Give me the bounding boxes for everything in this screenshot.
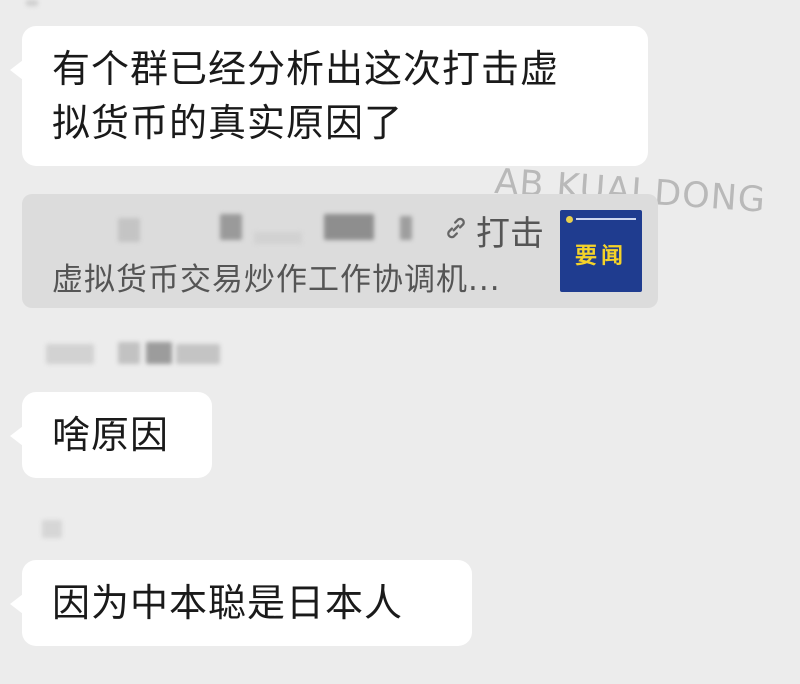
- sender-name-redacted: [26, 0, 38, 6]
- link-description: 虚拟货币交易炒作工作协调机...: [52, 262, 501, 298]
- sender-name-redacted: [46, 344, 94, 364]
- message-bubble-1[interactable]: 有个群已经分析出这次打击虚 拟货币的真实原因了: [10, 26, 648, 166]
- sender-name-redacted: [176, 344, 220, 364]
- thumbnail-header: [566, 215, 636, 223]
- message-text-line: 有个群已经分析出这次打击虚: [52, 47, 560, 91]
- link-title-text: 打击: [476, 214, 544, 254]
- message-bubble-2[interactable]: 啥原因: [10, 392, 212, 478]
- link-icon: [442, 211, 470, 251]
- link-title-redacted: [220, 214, 242, 240]
- sender-name-redacted: [146, 342, 172, 364]
- link-title: 打击: [442, 206, 544, 255]
- thumbnail-label: 要闻: [574, 244, 627, 269]
- link-title-redacted: [400, 216, 412, 240]
- message-text: 因为中本聪是日本人: [52, 581, 404, 625]
- chat-view: 有个群已经分析出这次打击虚 拟货币的真实原因了 AB KUAI DONG 打击 …: [0, 0, 800, 684]
- sender-name-redacted: [118, 342, 140, 364]
- sender-name-redacted: [42, 520, 62, 538]
- message-bubble-3[interactable]: 因为中本聪是日本人: [10, 560, 472, 646]
- link-thumbnail: 要闻: [560, 210, 642, 292]
- link-title-redacted: [324, 214, 374, 240]
- emblem-icon: [566, 215, 573, 223]
- link-title-redacted: [254, 232, 302, 244]
- message-text: 啥原因: [52, 413, 170, 457]
- link-title-redacted: [118, 218, 140, 242]
- message-text-line: 拟货币的真实原因了: [52, 101, 404, 145]
- shared-link-card[interactable]: 打击 虚拟货币交易炒作工作协调机... 要闻: [22, 194, 658, 308]
- thumbnail-header-line: [576, 218, 636, 220]
